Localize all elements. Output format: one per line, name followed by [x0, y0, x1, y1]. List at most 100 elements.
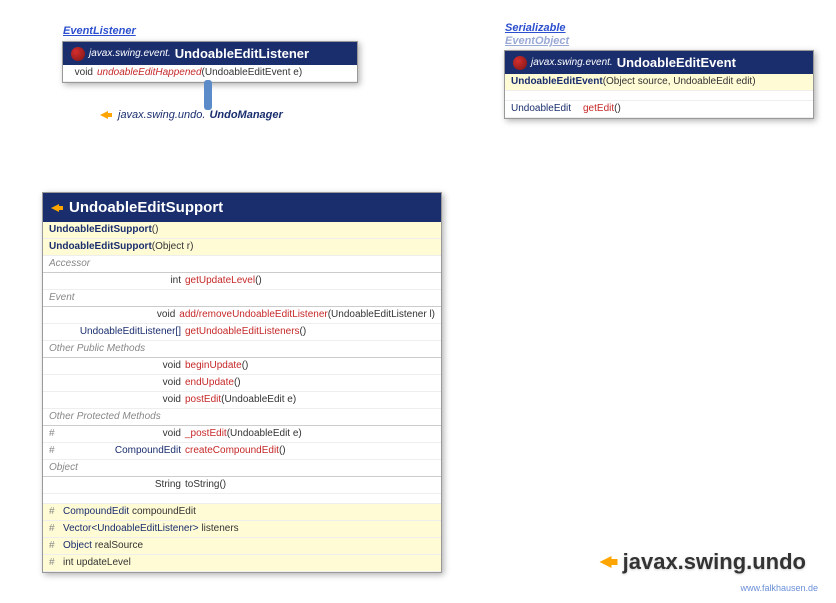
support-f4-type: int: [63, 556, 74, 570]
event-spacer: [505, 91, 813, 101]
protected-marker: #: [49, 444, 63, 458]
support-ctor1-name: UndoableEditSupport: [49, 223, 152, 237]
support-ctor2-row: UndoableEditSupport (Object r): [43, 239, 441, 256]
support-sect-event: Event: [43, 290, 441, 307]
support-tostr-row: String toString (): [43, 477, 441, 494]
listener-stereotype: EventListener: [63, 25, 136, 37]
support-f4-row: # int updateLevel: [43, 555, 441, 572]
event-name: UndoableEditEvent: [617, 55, 736, 70]
event-package: javax.swing.event.: [531, 57, 613, 68]
support-ppost-name: _postEdit: [185, 427, 227, 441]
support-ppost-ret: void: [63, 427, 185, 441]
support-getlisteners-ret: UndoableEditListener[]: [49, 325, 185, 339]
support-cce-ret: CompoundEdit: [63, 444, 185, 458]
undomanager-name: UndoManager: [209, 109, 282, 121]
undomanager-link: javax.swing.undo. UndoManager: [100, 108, 283, 122]
listener-method-params: (UndoableEditEvent e): [202, 66, 303, 80]
support-post-ret: void: [49, 393, 185, 407]
event-getter-row: UndoableEdit getEdit (): [505, 101, 813, 118]
support-sect-accessor: Accessor: [43, 256, 441, 273]
support-end-name: endUpdate: [185, 376, 234, 390]
support-gul-row: int getUpdateLevel (): [43, 273, 441, 290]
protected-marker: #: [49, 556, 63, 570]
event-stereotype1: Serializable: [505, 22, 566, 34]
support-tostr-ret: String: [49, 478, 185, 492]
support-gul-name: getUpdateLevel: [185, 274, 255, 288]
event-box: javax.swing.event. UndoableEditEvent Und…: [504, 50, 814, 119]
package-label: javax.swing.undo: [603, 549, 806, 575]
support-getlisteners-row: UndoableEditListener[] getUndoableEditLi…: [43, 324, 441, 341]
protected-marker: #: [49, 539, 63, 553]
event-header: javax.swing.event. UndoableEditEvent: [505, 51, 813, 74]
support-f3-type: Object: [63, 539, 92, 553]
support-box: UndoableEditSupport UndoableEditSupport …: [42, 192, 442, 573]
support-gul-params: (): [255, 274, 262, 288]
event-getter-ret: UndoableEdit: [511, 102, 583, 116]
support-sect-pub: Other Public Methods: [43, 341, 441, 358]
interface-icon: [71, 47, 85, 61]
connector-line: [204, 80, 212, 110]
support-tostr-name: toString: [185, 478, 219, 492]
listener-method-name: undoableEditHappened: [97, 66, 202, 80]
support-begin-name: beginUpdate: [185, 359, 242, 373]
event-getter-params: (): [614, 102, 621, 116]
support-getlisteners-params: (): [300, 325, 307, 339]
support-post-name: postEdit: [185, 393, 221, 407]
support-f1-row: # CompoundEdit compoundEdit: [43, 504, 441, 521]
support-f1-type: CompoundEdit: [63, 505, 129, 519]
support-sect-prot: Other Protected Methods: [43, 409, 441, 426]
support-f1-name: compoundEdit: [132, 505, 196, 519]
credit-text: www.falkhausen.de: [740, 583, 818, 593]
support-addrem-params: (UndoableEditListener l): [328, 308, 435, 322]
support-f2-name: listeners: [201, 522, 238, 536]
event-stereotype2: EventObject: [505, 35, 569, 47]
support-end-row: void endUpdate (): [43, 375, 441, 392]
support-begin-row: void beginUpdate (): [43, 358, 441, 375]
support-ctor2-name: UndoableEditSupport: [49, 240, 152, 254]
support-f2-row: # Vector<UndoableEditListener> listeners: [43, 521, 441, 538]
support-end-ret: void: [49, 376, 185, 390]
support-gul-ret: int: [49, 274, 185, 288]
support-spacer: [43, 494, 441, 504]
support-post-row: void postEdit (UndoableEdit e): [43, 392, 441, 409]
listener-box: javax.swing.event. UndoableEditListener …: [62, 41, 358, 83]
support-addrem-row: void add/removeUndoableEditListener (Und…: [43, 307, 441, 324]
support-f3-name: realSource: [95, 539, 143, 553]
event-ctor-name: UndoableEditEvent: [511, 75, 603, 89]
support-begin-ret: void: [49, 359, 185, 373]
support-end-params: (): [234, 376, 241, 390]
support-begin-params: (): [242, 359, 249, 373]
support-ctor1-row: UndoableEditSupport (): [43, 222, 441, 239]
listener-package: javax.swing.event.: [89, 48, 171, 59]
listener-name: UndoableEditListener: [175, 46, 309, 61]
undomanager-package: javax.swing.undo.: [118, 109, 205, 121]
support-f4-name: updateLevel: [76, 556, 131, 570]
arrow-icon: [51, 201, 65, 215]
support-addrem-ret: void: [49, 308, 179, 322]
support-sect-obj: Object: [43, 460, 441, 477]
support-f2-type: Vector<UndoableEditListener>: [63, 522, 199, 536]
support-cce-row: # CompoundEdit createCompoundEdit (): [43, 443, 441, 460]
support-ctor1-params: (): [152, 223, 159, 237]
support-name: UndoableEditSupport: [69, 199, 223, 216]
support-header: UndoableEditSupport: [43, 193, 441, 222]
support-cce-name: createCompoundEdit: [185, 444, 279, 458]
support-getlisteners-name: getUndoableEditListeners: [185, 325, 300, 339]
support-f3-row: # Object realSource: [43, 538, 441, 555]
class-icon: [513, 56, 527, 70]
arrow-icon: [100, 108, 114, 122]
support-addrem-name: add/removeUndoableEditListener: [179, 308, 327, 322]
support-ctor2-params: (Object r): [152, 240, 194, 254]
support-ppost-row: # void _postEdit (UndoableEdit e): [43, 426, 441, 443]
package-label-text: javax.swing.undo: [623, 549, 806, 575]
arrow-icon: [599, 552, 620, 573]
event-ctor-params: (Object source, UndoableEdit edit): [603, 75, 756, 89]
protected-marker: #: [49, 505, 63, 519]
support-post-params: (UndoableEdit e): [221, 393, 296, 407]
support-tostr-params: (): [219, 478, 226, 492]
event-getter-name: getEdit: [583, 102, 614, 116]
listener-header: javax.swing.event. UndoableEditListener: [63, 42, 357, 65]
support-ppost-params: (UndoableEdit e): [227, 427, 302, 441]
listener-method-ret: void: [69, 66, 97, 80]
support-cce-params: (): [279, 444, 286, 458]
